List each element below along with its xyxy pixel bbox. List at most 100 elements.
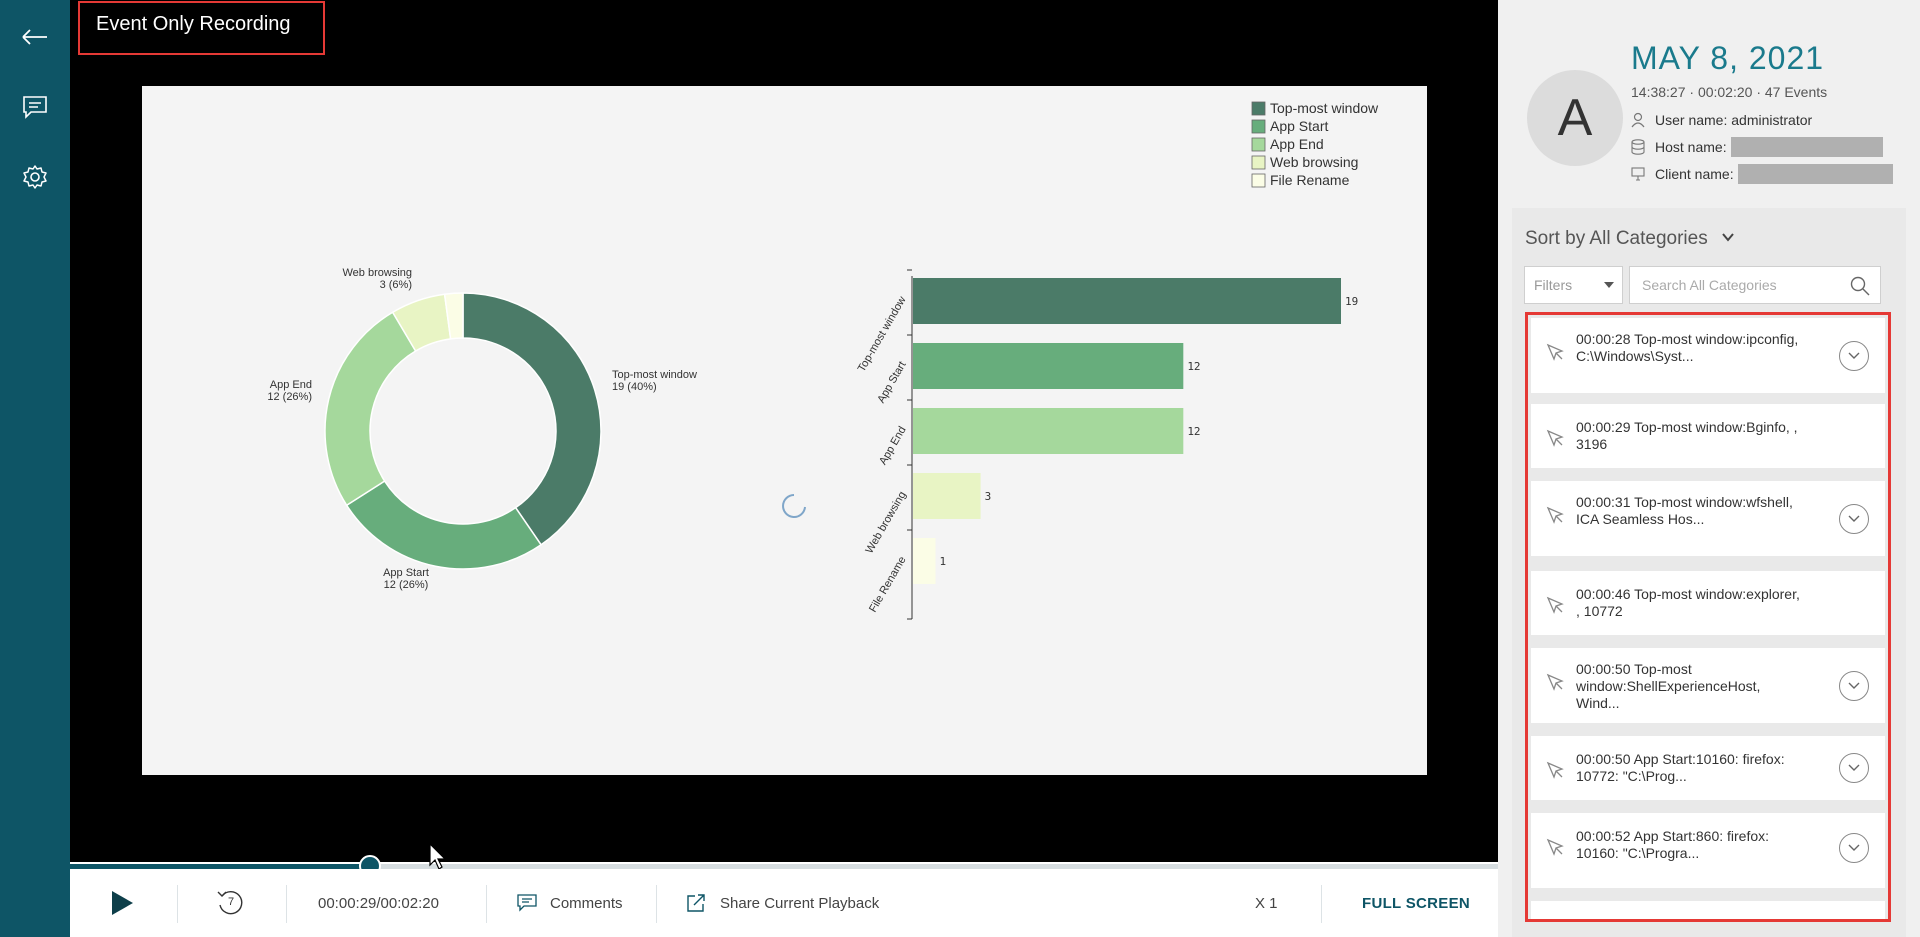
client-name-row: Client name: (1631, 164, 1893, 184)
search-icon[interactable] (1850, 276, 1870, 296)
avatar: A (1527, 70, 1623, 166)
event-item-partial[interactable] (1531, 901, 1885, 919)
bar (913, 278, 1341, 324)
play-icon (112, 891, 133, 915)
back-button[interactable] (19, 21, 51, 53)
divider (656, 885, 657, 923)
host-name-row: Host name: (1631, 137, 1883, 157)
event-item[interactable]: 00:00:29 Top-most window:Bginfo, , 3196 (1531, 404, 1885, 468)
bar (913, 343, 1184, 389)
event-text: 00:00:50 App Start:10160: firefox: 10772… (1576, 751, 1785, 784)
event-text: 00:00:31 Top-most window:wfshell, ICA Se… (1576, 494, 1793, 527)
donut-slice (324, 311, 417, 507)
event-item[interactable]: 00:00:50 App Start:10160: firefox: 10772… (1531, 736, 1885, 800)
comment-icon (517, 894, 537, 912)
bar-value-label: 3 (985, 490, 992, 503)
event-item[interactable]: 00:00:31 Top-most window:wfshell, ICA Se… (1531, 481, 1885, 556)
bar-category-label: File Rename (867, 555, 909, 615)
monitor-icon (1631, 167, 1645, 181)
filters-label: Filters (1534, 277, 1573, 293)
bar-value-label: 12 (1187, 360, 1200, 373)
expand-button[interactable] (1839, 753, 1869, 783)
comment-icon (23, 96, 47, 119)
cursor-pointer-icon (1546, 596, 1564, 614)
legend-swatch (1251, 119, 1266, 134)
divider (286, 885, 287, 923)
cursor-pointer-icon (1546, 673, 1564, 691)
expand-button[interactable] (1839, 341, 1869, 371)
donut-label: Top-most window (612, 369, 697, 381)
rewind-seconds: 7 (228, 896, 235, 908)
chart-stage: Top-most window App Start App End Web brows… (142, 86, 1427, 775)
donut-label-value: 12 (26%) (267, 391, 312, 403)
event-list-panel: Sort by All Categories Filters 00:00:28 … (1512, 208, 1906, 937)
event-text: 00:00:29 Top-most window:Bginfo, , 3196 (1576, 419, 1798, 452)
bar-value-label: 12 (1187, 425, 1200, 438)
event-text: 00:00:28 Top-most window:ipconfig, C:\Wi… (1576, 331, 1799, 364)
cursor-pointer-icon (1546, 343, 1564, 361)
event-item[interactable]: 00:00:52 App Start:860: firefox: 10160: … (1531, 813, 1885, 888)
cursor-pointer-icon (1546, 506, 1564, 524)
chevron-down-icon (1848, 764, 1860, 771)
search-box (1629, 266, 1881, 304)
rewind-button[interactable]: 7 (215, 869, 247, 937)
divider (177, 885, 178, 923)
bar-value-label: 19 (1345, 295, 1358, 308)
event-text: 00:00:46 Top-most window:explorer, , 107… (1576, 586, 1800, 619)
legend-label: App Start (1270, 118, 1328, 134)
event-item[interactable]: 00:00:50 Top-most window:ShellExperience… (1531, 648, 1885, 723)
filters-dropdown[interactable]: Filters (1524, 266, 1623, 304)
legend-label: Web browsing (1270, 154, 1358, 170)
fullscreen-button[interactable]: FULL SCREEN (1362, 869, 1470, 937)
sort-dropdown[interactable]: Sort by All Categories (1525, 228, 1708, 250)
event-item[interactable]: 00:00:46 Top-most window:explorer, , 107… (1531, 571, 1885, 635)
bar-category-label: App End (877, 425, 908, 468)
donut-label: App End (270, 379, 312, 391)
comments-nav-button[interactable] (19, 91, 51, 123)
user-icon (1631, 112, 1645, 128)
search-input[interactable] (1630, 267, 1830, 303)
client-name-label: Client name: (1655, 166, 1734, 182)
play-button[interactable] (110, 869, 134, 937)
donut-slice (345, 480, 543, 570)
cursor-pointer-icon (1546, 429, 1564, 447)
comments-button[interactable]: Comments (517, 869, 623, 937)
legend-swatch (1251, 155, 1266, 170)
session-stats: 14:38:27 · 00:02:20 · 47 Events (1631, 84, 1828, 100)
bar-category-label: App Start (875, 360, 908, 406)
expand-button[interactable] (1839, 833, 1869, 863)
gear-icon (23, 165, 47, 189)
time-display: 00:00:29/00:02:20 (318, 894, 439, 912)
donut-slice (462, 292, 602, 546)
legend-swatch (1251, 101, 1266, 116)
chevron-down-icon[interactable] (1721, 230, 1735, 244)
donut-label-value: 19 (40%) (612, 381, 657, 393)
expand-button[interactable] (1839, 671, 1869, 701)
legend-swatch (1251, 173, 1266, 188)
session-date: MAY 8, 2021 (1631, 40, 1825, 76)
chevron-down-icon (1848, 352, 1860, 359)
cursor-pointer-icon (1546, 838, 1564, 856)
legend-label: File Rename (1270, 172, 1350, 188)
expand-button[interactable] (1839, 504, 1869, 534)
client-name-redacted (1737, 164, 1893, 184)
share-icon (687, 894, 705, 912)
share-playback-button[interactable]: Share Current Playback (686, 869, 879, 937)
session-panel: A MAY 8, 2021 14:38:27 · 00:02:20 · 47 E… (1498, 0, 1920, 937)
event-item[interactable]: 00:00:28 Top-most window:ipconfig, C:\Wi… (1531, 318, 1885, 393)
donut-label: Web browsing (343, 267, 413, 279)
event-charts: Top-most window App Start App End Web brows… (267, 100, 1379, 620)
player-area: Event Only Recording Top-most window App … (70, 0, 1498, 862)
host-name-label: Host name: (1655, 139, 1727, 155)
bar (913, 408, 1184, 454)
event-text: 00:00:52 App Start:860: firefox: 10160: … (1576, 828, 1770, 861)
divider (486, 885, 487, 923)
settings-nav-button[interactable] (19, 161, 51, 193)
bar (913, 538, 936, 584)
chevron-down-icon (1848, 515, 1860, 522)
database-icon (1631, 139, 1645, 155)
cursor-pointer-icon (1546, 761, 1564, 779)
event-text: 00:00:50 Top-most window:ShellExperience… (1576, 661, 1761, 711)
nav-rail (0, 0, 70, 937)
speed-button[interactable]: X 1 (1255, 869, 1278, 937)
